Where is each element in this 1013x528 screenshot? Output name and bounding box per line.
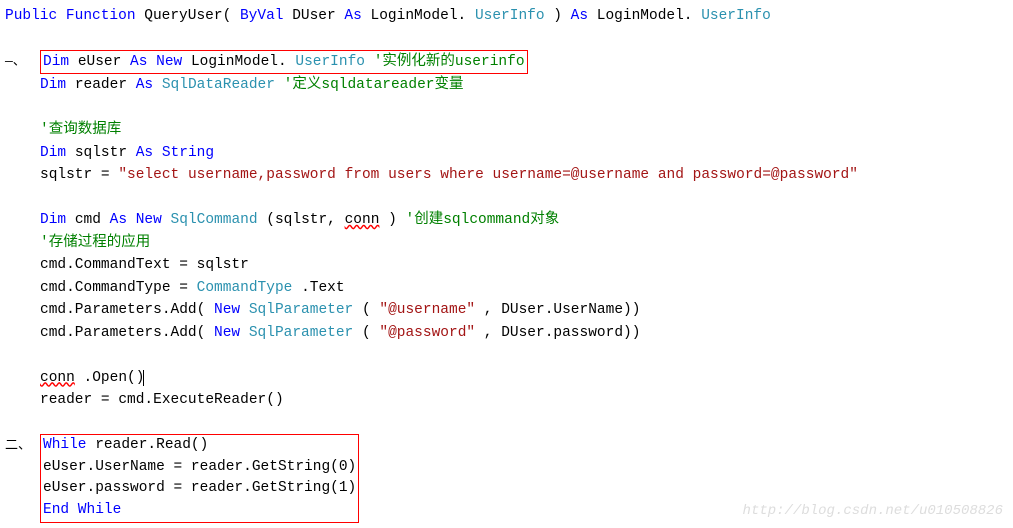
keyword-dim: Dim	[40, 145, 66, 161]
blank-line	[5, 27, 1008, 49]
keyword-while: While	[69, 502, 121, 518]
highlight-box-2: While reader.Read() eUser.UserName = rea…	[40, 434, 359, 523]
keyword-as: As	[136, 77, 153, 93]
error-underline: conn	[345, 212, 380, 228]
keyword-as: As	[110, 212, 127, 228]
keyword-new: New	[156, 54, 182, 70]
highlight-box-1: Dim eUser As New LoginModel. UserInfo '实…	[40, 50, 528, 74]
return-type: UserInfo	[701, 8, 771, 24]
code-line-execute: reader = cmd.ExecuteReader()	[5, 389, 1008, 411]
code-line-dim-cmd: Dim cmd As New SqlCommand (sqlstr, conn …	[5, 209, 1008, 231]
comment: '查询数据库	[40, 122, 121, 138]
code-line-signature: Public Function QueryUser( ByVal DUser A…	[5, 5, 1008, 27]
type-name: SqlParameter	[249, 302, 353, 318]
var-name: eUser	[78, 54, 130, 70]
code-line-param-username: cmd.Parameters.Add( New SqlParameter ( "…	[5, 299, 1008, 321]
param-type-prefix: LoginModel.	[371, 8, 467, 24]
keyword-while: While	[43, 437, 87, 453]
watermark: http://blog.csdn.net/u010508826	[743, 501, 1003, 523]
while-body-2: eUser.password = reader.GetString(1)	[43, 480, 356, 496]
blank-line	[5, 97, 1008, 119]
type-name: SqlParameter	[249, 325, 353, 341]
annotation-1: —、	[5, 52, 26, 72]
annotation-2: 二、	[5, 436, 31, 456]
code-line-dim-euser: Dim eUser As New LoginModel. UserInfo '实…	[5, 50, 1008, 74]
type-prefix: LoginModel.	[191, 54, 287, 70]
code-line-conn-open: conn .Open()	[5, 367, 1008, 389]
code-line-param-password: cmd.Parameters.Add( New SqlParameter ( "…	[5, 322, 1008, 344]
keyword-as: As	[344, 8, 361, 24]
blank-line	[5, 187, 1008, 209]
code-line-dim-reader: Dim reader As SqlDataReader '定义sqldatare…	[5, 74, 1008, 96]
var-name: cmd	[75, 212, 110, 228]
keyword-new: New	[214, 325, 240, 341]
keyword-dim: Dim	[40, 77, 66, 93]
keyword-dim: Dim	[43, 54, 69, 70]
code-line-sqlstr-assign: sqlstr = "select username,password from …	[5, 164, 1008, 186]
keyword-new: New	[136, 212, 162, 228]
code-line-dim-sqlstr: Dim sqlstr As String	[5, 142, 1008, 164]
type-name: CommandType	[197, 280, 293, 296]
type-name: String	[162, 145, 214, 161]
keyword-byval: ByVal	[240, 8, 284, 24]
return-type-prefix: LoginModel.	[597, 8, 693, 24]
param-type: UserInfo	[475, 8, 545, 24]
string-literal: "@password"	[379, 325, 475, 341]
type-name: SqlDataReader	[162, 77, 275, 93]
keyword-dim: Dim	[40, 212, 66, 228]
while-body-1: eUser.UserName = reader.GetString(0)	[43, 459, 356, 475]
blank-line	[5, 344, 1008, 366]
lhs: sqlstr =	[40, 167, 118, 183]
type-name: SqlCommand	[171, 212, 258, 228]
string-literal: "@username"	[379, 302, 475, 318]
var-name: reader	[75, 77, 136, 93]
keyword-public: Public	[5, 8, 57, 24]
blank-line	[5, 411, 1008, 433]
error-underline: conn	[40, 370, 75, 386]
keyword-as: As	[136, 145, 153, 161]
keyword-as: As	[130, 54, 147, 70]
param-name: DUser	[292, 8, 344, 24]
keyword-as: As	[571, 8, 588, 24]
code-line-comment: '存储过程的应用	[5, 232, 1008, 254]
var-name: sqlstr	[75, 145, 136, 161]
type-name: UserInfo	[295, 54, 365, 70]
comment: '存储过程的应用	[40, 235, 150, 251]
string-literal: "select username,password from users whe…	[118, 167, 858, 183]
comment: '定义sqldatareader变量	[284, 77, 464, 93]
comment: '实例化新的userinfo	[374, 54, 525, 70]
keyword-function: Function	[66, 8, 136, 24]
code-line-comment: '查询数据库	[5, 119, 1008, 141]
code-line-cmdtext: cmd.CommandText = sqlstr	[5, 254, 1008, 276]
code-line-cmdtype: cmd.CommandType = CommandType .Text	[5, 277, 1008, 299]
keyword-new: New	[214, 302, 240, 318]
keyword-end: End	[43, 502, 69, 518]
func-name: QueryUser(	[144, 8, 231, 24]
comment: '创建sqlcommand对象	[406, 212, 560, 228]
